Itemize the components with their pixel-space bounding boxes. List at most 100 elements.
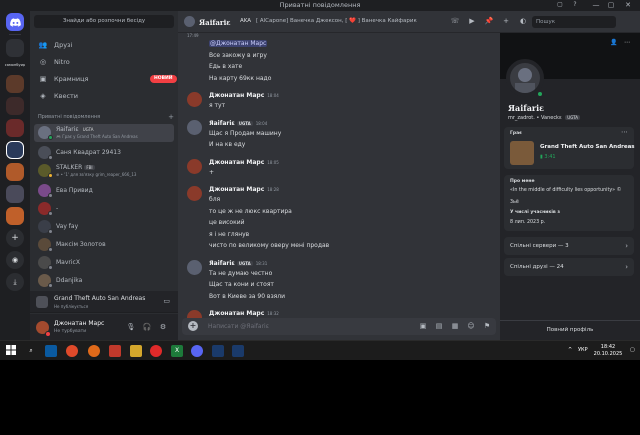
message-avatar[interactable]: [187, 119, 202, 135]
composer-placeholder[interactable]: Написати @Яаifariɛ: [208, 323, 269, 330]
status-dot: [48, 229, 53, 234]
header-name: Яаifariɛ: [199, 18, 231, 27]
nav-shop[interactable]: ▣ Крамниця НОВИЙ: [34, 72, 177, 86]
server-icon[interactable]: [6, 207, 24, 225]
more-options-icon[interactable]: ⋯: [624, 39, 630, 46]
mutual-servers-button[interactable]: Спільні сервери — 3 ›: [504, 237, 634, 255]
nav-quests[interactable]: ◈ Квести: [34, 89, 174, 103]
task-view-icon[interactable]: [45, 345, 57, 357]
dm-item[interactable]: -: [34, 200, 174, 218]
dm-name: Ева Привид: [56, 187, 93, 194]
find-conversation-button[interactable]: Знайди або розпочни бесіду: [34, 15, 174, 28]
activity-more-icon[interactable]: ⋯: [621, 128, 628, 136]
firefox-icon[interactable]: [88, 345, 100, 357]
discord-taskbar-icon[interactable]: [191, 345, 203, 357]
start-menu-icon[interactable]: [5, 345, 17, 357]
message-avatar[interactable]: [187, 186, 202, 201]
server-icon[interactable]: [6, 141, 24, 159]
message-author[interactable]: Джонатан Марс 18:32: [209, 310, 279, 317]
server-icon[interactable]: [6, 163, 24, 181]
message-avatar[interactable]: [187, 259, 202, 275]
inbox-icon[interactable]: ▢: [555, 1, 565, 9]
dm-item[interactable]: Максім Золотов: [34, 236, 174, 254]
sticker-icon[interactable]: ▦: [450, 322, 460, 330]
maximize-button[interactable]: ▢: [605, 1, 617, 9]
message-avatar[interactable]: [187, 92, 202, 107]
dm-status-text: ⊕ • '1' для зв'язку grim_reaper_666_13: [56, 172, 137, 177]
server-icon[interactable]: [6, 119, 24, 137]
gif-icon[interactable]: ▤: [434, 322, 444, 330]
search-input[interactable]: Пошук: [532, 16, 616, 28]
profile-toggle-icon[interactable]: ◐: [518, 17, 528, 25]
help-icon[interactable]: ?: [570, 1, 580, 9]
voice-call-icon[interactable]: ☏: [450, 17, 460, 25]
message-text: чисто по великому оверу мені продав: [209, 242, 330, 249]
microphone-icon[interactable]: 🎙: [126, 323, 136, 331]
mutual-friends-button[interactable]: Спільні друзі — 24 ›: [504, 258, 634, 276]
server-icon[interactable]: [6, 39, 24, 57]
chrome-icon[interactable]: [66, 345, 78, 357]
dm-name: Vay fay: [56, 223, 79, 230]
app-icon[interactable]: [232, 345, 244, 357]
controller-icon[interactable]: ▭: [163, 297, 170, 305]
opera-icon[interactable]: [150, 345, 162, 357]
nav-nitro[interactable]: ◎ Nitro: [34, 55, 174, 69]
attach-plus-icon[interactable]: +: [188, 321, 198, 331]
app-icon[interactable]: [109, 345, 121, 357]
minimize-button[interactable]: —: [590, 1, 602, 9]
folder-icon[interactable]: [130, 345, 142, 357]
dm-item[interactable]: Ddanjika: [34, 272, 174, 290]
server-icon[interactable]: [6, 75, 24, 93]
full-profile-link[interactable]: Повний профіль: [500, 327, 640, 333]
add-server-icon[interactable]: +: [6, 229, 24, 247]
dm-item[interactable]: MavricX: [34, 254, 174, 272]
create-dm-icon[interactable]: +: [168, 113, 174, 121]
dm-item[interactable]: Ева Привид: [34, 182, 174, 200]
tray-chevron-icon[interactable]: ^: [568, 347, 572, 353]
message-time: 18:04: [267, 93, 279, 98]
status-dot: [48, 135, 53, 140]
explore-icon[interactable]: ◉: [6, 251, 24, 269]
language-indicator[interactable]: УКР: [578, 347, 588, 353]
dm-item[interactable]: STALKER FBI ⊕ • '1' для зв'язку grim_reape…: [34, 162, 174, 180]
message-composer[interactable]: + Написати @Яаifariɛ ▣ ▤ ▦ ☺ ⚑: [182, 318, 496, 335]
member-since-date: 8 лип. 2023 р.: [510, 220, 546, 225]
excel-icon[interactable]: X: [171, 345, 183, 357]
server-icon[interactable]: [6, 97, 24, 115]
gift-icon[interactable]: ▣: [418, 322, 428, 330]
message-author[interactable]: Джонатан Марс 18:05: [209, 159, 279, 166]
video-call-icon[interactable]: ▶: [467, 17, 477, 25]
message-list: 17:49 @Джонатан Марс Все закожу в игру Едь…: [178, 33, 500, 340]
notifications-icon[interactable]: ▢: [630, 347, 635, 353]
dm-item[interactable]: Саня Квадрат 29413: [34, 144, 174, 162]
close-button[interactable]: ✕: [622, 1, 634, 9]
server-group-label: самонбуир: [4, 63, 26, 67]
server-icon[interactable]: [6, 185, 24, 203]
message-author[interactable]: Яаifariɛ UGTA 18:04: [209, 120, 267, 127]
windows-taskbar: ⌕ X ^ УКР 18:42 20.10.2025 ▢: [0, 340, 640, 360]
message-avatar[interactable]: [187, 158, 202, 174]
app-icon[interactable]: [212, 345, 224, 357]
add-friend-icon[interactable]: 👤: [610, 39, 617, 46]
apps-icon[interactable]: ⚑: [482, 322, 492, 330]
dm-sidebar: Знайди або розпочни бесіду 👥 Друзі ◎ Nit…: [30, 11, 178, 340]
nav-friends[interactable]: 👥 Друзі: [34, 38, 174, 52]
settings-gear-icon[interactable]: ⚙: [158, 323, 168, 331]
message-author[interactable]: Джонатан Марс 18:28: [209, 186, 279, 193]
pin-icon[interactable]: 📌: [484, 17, 494, 25]
taskbar-clock[interactable]: 18:42 20.10.2025: [590, 344, 626, 358]
dm-name: Яаifariɛ UGTA: [56, 126, 96, 133]
message-author[interactable]: Яаifariɛ UGTA 18:31: [209, 260, 267, 267]
dm-item[interactable]: Яаifariɛ UGTA 🎮 Грає у Grand Theft Auto Sa…: [34, 124, 174, 142]
emoji-icon[interactable]: ☺: [466, 322, 476, 330]
message-author[interactable]: Джонатан Марс 18:04: [209, 92, 279, 99]
dm-section-header: Приватні повідомлення +: [38, 113, 174, 121]
headphones-icon[interactable]: 🎧: [142, 323, 152, 331]
dm-name: -: [56, 205, 59, 212]
about-label: Про мене: [510, 179, 535, 184]
search-icon[interactable]: ⌕: [25, 345, 37, 357]
home-discord-icon[interactable]: [6, 13, 24, 31]
download-icon[interactable]: ⤓: [6, 273, 24, 291]
add-friends-icon[interactable]: +: [501, 17, 511, 25]
dm-item[interactable]: Vay fay: [34, 218, 174, 236]
